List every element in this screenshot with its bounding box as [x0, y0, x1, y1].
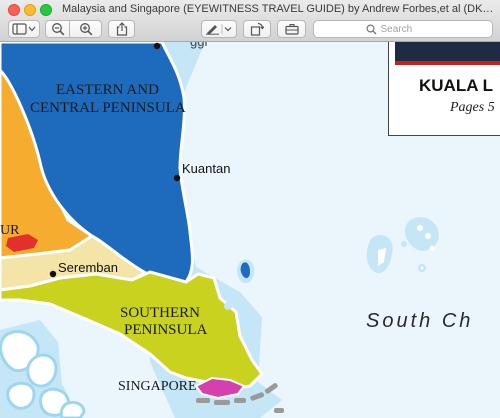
- preview-window: Malaysia and Singapore (EYEWITNESS TRAVE…: [0, 0, 500, 418]
- minimize-window-button[interactable]: [24, 4, 36, 16]
- southern-label-1: SOUTHERN: [120, 305, 201, 321]
- search-input[interactable]: [380, 23, 441, 35]
- singapore-label: SINGAPORE: [118, 379, 197, 394]
- window-title: Malaysia and Singapore (EYEWITNESS TRAVE…: [62, 3, 494, 15]
- east-islands: [224, 217, 439, 321]
- pen-icon: [206, 24, 232, 35]
- inset-title: KUALA L: [419, 76, 493, 95]
- svg-text:ggr: ggr: [190, 42, 209, 49]
- share-icon: [116, 22, 127, 36]
- eastern-central-label-2: CENTRAL PENINSULA: [30, 100, 186, 116]
- kuala-lumpur-partial-label: UR: [0, 223, 20, 238]
- close-window-button[interactable]: [8, 4, 20, 16]
- title-bar: Malaysia and Singapore (EYEWITNESS TRAVE…: [0, 0, 500, 42]
- kuala-lumpur-inset: KUALA L Pages 5: [388, 42, 500, 136]
- inset-photo-strip: [395, 42, 500, 65]
- toolbox-icon: [284, 24, 299, 35]
- zoom-out-icon: [51, 23, 64, 36]
- kuantan-label: Kuantan: [182, 161, 231, 176]
- rotate-button[interactable]: [243, 20, 271, 38]
- south-china-sea-label: South Ch: [366, 310, 474, 332]
- town-dot-top: [153, 42, 161, 50]
- eastern-central-label-1: EASTERN AND: [56, 82, 159, 98]
- share-button[interactable]: [108, 20, 135, 38]
- zoom-in-button[interactable]: [69, 20, 102, 38]
- inset-pages: Pages 5: [450, 100, 495, 115]
- zoom-in-icon: [79, 23, 92, 36]
- southern-label-2: PENINSULA: [124, 322, 208, 338]
- zoom-window-button[interactable]: [40, 4, 52, 16]
- document-view[interactable]: ggr EASTERN AND CENTRAL PENINSULA SOUTHE…: [0, 42, 500, 418]
- sidebar-toggle-button[interactable]: [8, 20, 40, 38]
- search-field[interactable]: [313, 20, 493, 38]
- zoom-out-button[interactable]: [45, 20, 70, 38]
- seremban-label: Seremban: [58, 260, 118, 275]
- search-icon: [365, 23, 376, 34]
- markup-button[interactable]: [201, 20, 237, 38]
- rotate-icon: [250, 22, 264, 36]
- seremban-dot: [49, 270, 57, 278]
- sidebar-icon: [12, 23, 36, 35]
- toolbox-button[interactable]: [277, 20, 306, 38]
- kuantan-dot: [173, 174, 181, 182]
